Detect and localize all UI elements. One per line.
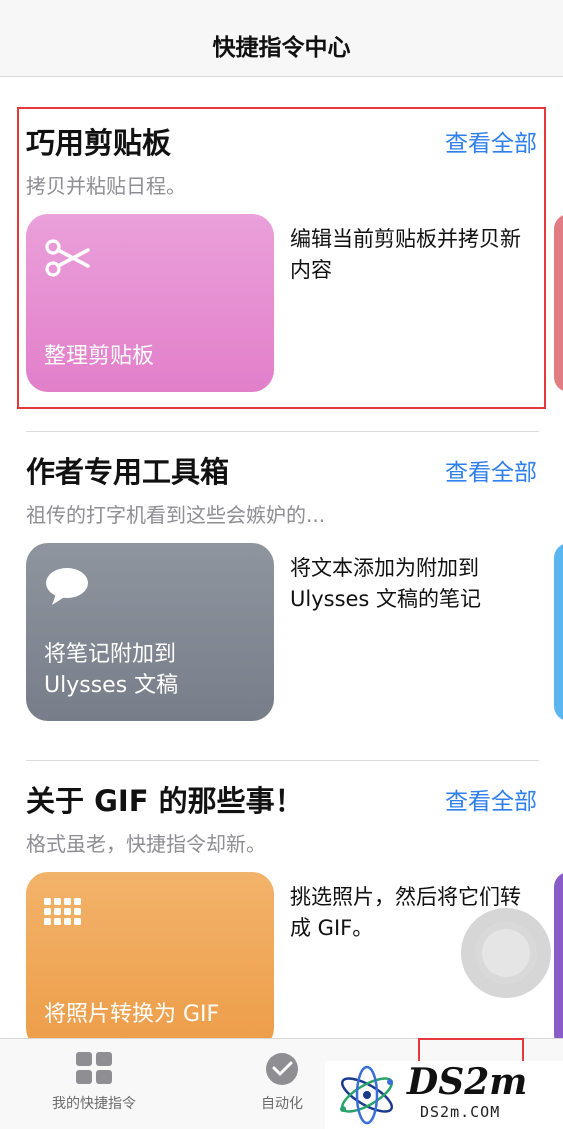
see-all-link[interactable]: 查看全部 [445,453,537,487]
navigation-bar: 快捷指令中心 [0,0,563,77]
watermark-text: DS2m [407,1061,528,1103]
divider [26,760,539,761]
section-subtitle: 格式虽老，快捷指令却新。 [26,832,266,856]
shortcut-card-gif[interactable]: 将照片转换为 GIF [26,872,274,1050]
grid-icon [76,1052,112,1084]
section-gif: 关于 GIF 的那些事！ 查看全部 格式虽老，快捷指令却新。 将照片转换为 GI… [0,778,563,1050]
page-title: 快捷指令中心 [212,35,351,61]
assistive-touch-inner [475,922,537,984]
assistive-touch-button[interactable] [461,908,551,998]
next-card-peek[interactable] [554,872,563,1050]
card-label: 将照片转换为 GIF [44,1002,220,1027]
divider [26,431,539,432]
watermark-subtext: DS2m.COM [420,1103,501,1121]
section-writer-toolbox: 作者专用工具箱 查看全部 祖传的打字机看到这些会嫉妒的... 将笔记附加到 Ul… [0,449,563,749]
shortcut-card-ulysses[interactable]: 将笔记附加到 Ulysses 文稿 [26,543,274,721]
app: 快捷指令中心 巧用剪贴板 查看全部 拷贝并粘贴日程。 整理剪贴板 编辑当前剪贴板… [0,0,563,1129]
card-label: 将笔记附加到 Ulysses 文稿 [44,642,179,698]
next-card-peek[interactable] [554,543,563,721]
highlight-annotation [17,107,546,409]
watermark: DS2m DS2m.COM [325,1061,563,1129]
section-title: 作者专用工具箱 [26,455,230,489]
atom-logo-icon [340,1065,394,1125]
shortcut-description: 将文本添加为附加到 Ulysses 文稿的笔记 [290,556,482,611]
see-all-link[interactable]: 查看全部 [445,782,537,816]
clock-check-icon [266,1053,298,1085]
speech-bubble-icon [46,568,88,605]
photo-grid-icon [44,898,81,925]
section-subtitle: 祖传的打字机看到这些会嫉妒的... [26,503,326,527]
tab-label: 我的快捷指令 [52,1096,136,1112]
section-title: 关于 GIF 的那些事！ [26,784,304,818]
next-card-peek[interactable] [554,214,563,392]
tab-my-shortcuts[interactable]: 我的快捷指令 [24,1039,164,1129]
